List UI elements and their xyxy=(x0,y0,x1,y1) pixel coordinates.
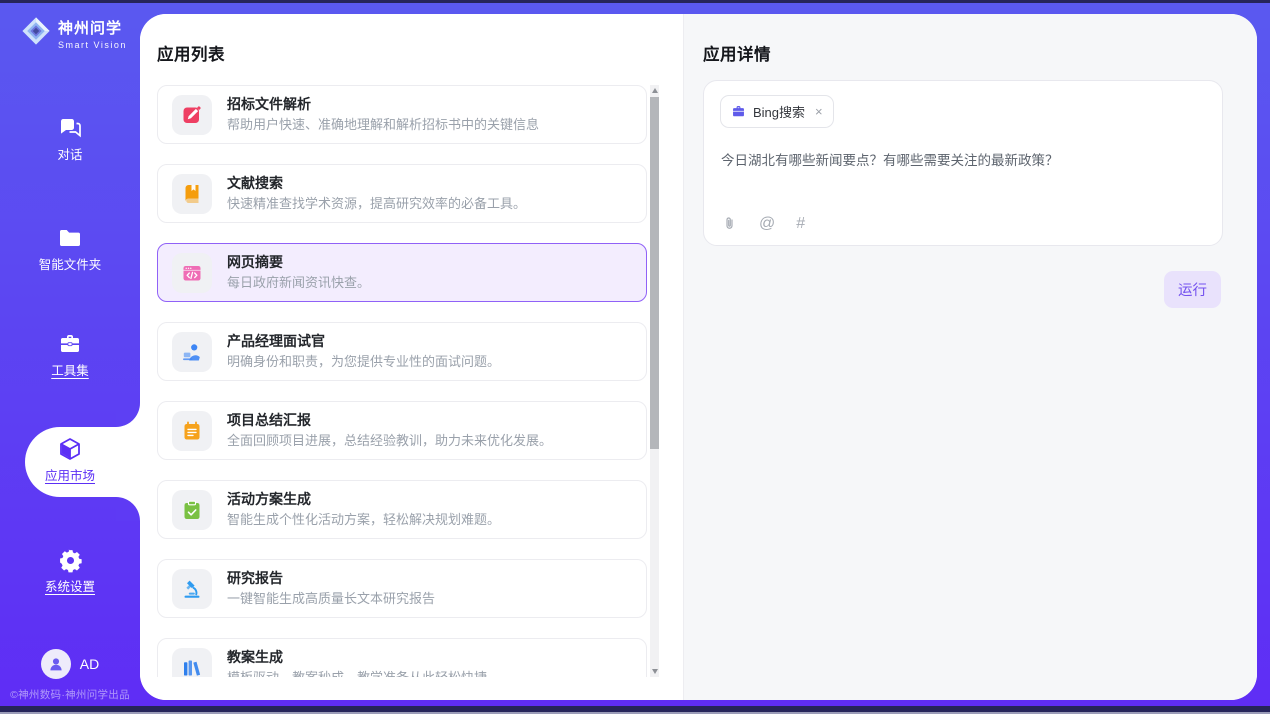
remove-tag-button[interactable]: × xyxy=(815,104,823,119)
app-card[interactable]: 招标文件解析 帮助用户快速、准确地理解和解析招标书中的关键信息 xyxy=(157,85,647,144)
briefcase-icon xyxy=(731,104,746,119)
app-card-desc: 快速精准查找学术资源，提高研究效率的必备工具。 xyxy=(227,197,526,211)
brand-name: 神州问学 xyxy=(58,17,127,38)
app-card[interactable]: 产品经理面试官 明确身份和职责，为您提供专业性的面试问题。 xyxy=(157,322,647,381)
app-list-title: 应用列表 xyxy=(157,41,683,65)
app-card-title: 研究报告 xyxy=(227,571,435,586)
sidebar-item-label: 智能文件夹 xyxy=(39,259,102,272)
chat-icon xyxy=(57,115,83,141)
user-chip[interactable]: AD xyxy=(0,649,140,679)
app-card[interactable]: 网页摘要 每日政府新闻资讯快查。 xyxy=(157,243,647,302)
sidebar-item-smart-folder[interactable]: 智能文件夹 xyxy=(0,225,140,272)
brand-subtitle: Smart Vision xyxy=(58,40,127,50)
app-card[interactable]: 项目总结汇报 全面回顾项目进展，总结经验教训，助力未来优化发展。 xyxy=(157,401,647,460)
scrollbar[interactable] xyxy=(650,85,659,677)
sidebar-item-chat[interactable]: 对话 xyxy=(0,115,140,162)
composer-icons: @# xyxy=(721,215,805,232)
book-icon xyxy=(172,174,212,214)
sidebar-item-label: 系统设置 xyxy=(45,581,95,594)
app-card[interactable]: 研究报告 一键智能生成高质量长文本研究报告 xyxy=(157,559,647,618)
app-detail-title: 应用详情 xyxy=(703,41,1257,65)
scrollbar-up-arrow[interactable] xyxy=(650,85,659,96)
copyright-text: ©神州数码·神州问学出品 xyxy=(0,687,140,702)
tool-tag-label: Bing搜索 xyxy=(753,102,805,121)
toolbox-icon xyxy=(57,331,83,357)
app-card-title: 招标文件解析 xyxy=(227,97,539,112)
active-nav-curve-top xyxy=(116,403,140,427)
sidebar-item-label: 工具集 xyxy=(51,365,89,378)
brand-logo: 神州问学 Smart Vision xyxy=(20,15,127,52)
sidebar-item-label: 应用市场 xyxy=(45,470,95,483)
sidebar-item-app-market[interactable]: 应用市场 xyxy=(0,436,140,483)
app-card-title: 项目总结汇报 xyxy=(227,413,552,428)
app-card[interactable]: 教案生成 模板驱动，教案秒成，教学准备从此轻松快捷 xyxy=(157,638,647,677)
app-card-desc: 全面回顾项目进展，总结经验教训，助力未来优化发展。 xyxy=(227,434,552,448)
app-card-title: 网页摘要 xyxy=(227,255,370,270)
composer[interactable]: Bing搜索 × 今日湖北有哪些新闻要点？有哪些需要关注的最新政策？ @# xyxy=(703,80,1223,246)
sidebar-item-label: 对话 xyxy=(57,149,82,162)
app-card-desc: 智能生成个性化活动方案，轻松解决规划难题。 xyxy=(227,513,500,527)
app-list: 招标文件解析 帮助用户快速、准确地理解和解析招标书中的关键信息 文献搜索 快速精… xyxy=(157,85,647,677)
app-card-desc: 帮助用户快速、准确地理解和解析招标书中的关键信息 xyxy=(227,118,539,132)
scrollbar-thumb[interactable] xyxy=(650,97,659,449)
browser-code-icon xyxy=(172,253,212,293)
report-note-icon xyxy=(172,411,212,451)
app-card-desc: 明确身份和职责，为您提供专业性的面试问题。 xyxy=(227,355,500,369)
tool-tag[interactable]: Bing搜索 × xyxy=(720,95,834,128)
sidebar-item-settings[interactable]: 系统设置 xyxy=(0,547,140,594)
run-button[interactable]: 运行 xyxy=(1164,271,1221,308)
app-window: 神州问学 Smart Vision 对话 智能文件夹 工具集 应用市场 系统设置 xyxy=(0,3,1270,706)
diamond-logo-icon xyxy=(20,15,52,52)
cube-icon xyxy=(57,436,83,462)
app-detail-panel: 应用详情 Bing搜索 × 今日湖北有哪些新闻要点？有哪些需要关注的最新政策？ … xyxy=(683,14,1257,700)
avatar xyxy=(41,649,71,679)
sidebar-item-toolset[interactable]: 工具集 xyxy=(0,331,140,378)
interviewer-icon xyxy=(172,332,212,372)
app-card[interactable]: 文献搜索 快速精准查找学术资源，提高研究效率的必备工具。 xyxy=(157,164,647,223)
clipboard-check-icon xyxy=(172,490,212,530)
person-icon xyxy=(47,655,65,673)
app-card-desc: 模板驱动，教案秒成，教学准备从此轻松快捷 xyxy=(227,671,487,677)
scrollbar-down-arrow[interactable] xyxy=(650,666,659,677)
app-card-title: 教案生成 xyxy=(227,650,487,665)
app-card-desc: 一键智能生成高质量长文本研究报告 xyxy=(227,592,435,606)
folder-icon xyxy=(57,225,83,251)
at-icon[interactable]: @ xyxy=(759,216,775,232)
query-input[interactable]: 今日湖北有哪些新闻要点？有哪些需要关注的最新政策？ xyxy=(721,151,1205,171)
app-card[interactable]: 活动方案生成 智能生成个性化活动方案，轻松解决规划难题。 xyxy=(157,480,647,539)
gear-icon xyxy=(57,547,83,573)
app-card-title: 活动方案生成 xyxy=(227,492,500,507)
paperclip-icon[interactable] xyxy=(721,215,738,232)
app-card-title: 产品经理面试官 xyxy=(227,334,500,349)
active-nav-curve-bottom xyxy=(116,497,140,521)
content-area: 应用列表 招标文件解析 帮助用户快速、准确地理解和解析招标书中的关键信息 文献搜… xyxy=(140,14,1257,700)
hash-icon[interactable]: # xyxy=(796,216,805,232)
app-list-panel: 应用列表 招标文件解析 帮助用户快速、准确地理解和解析招标书中的关键信息 文献搜… xyxy=(140,14,683,700)
research-icon xyxy=(172,569,212,609)
books-icon xyxy=(172,648,212,678)
user-initials: AD xyxy=(80,656,99,672)
app-card-desc: 每日政府新闻资讯快查。 xyxy=(227,276,370,290)
sidebar: 神州问学 Smart Vision 对话 智能文件夹 工具集 应用市场 系统设置 xyxy=(0,3,140,706)
app-card-title: 文献搜索 xyxy=(227,176,526,191)
edit-doc-icon xyxy=(172,95,212,135)
